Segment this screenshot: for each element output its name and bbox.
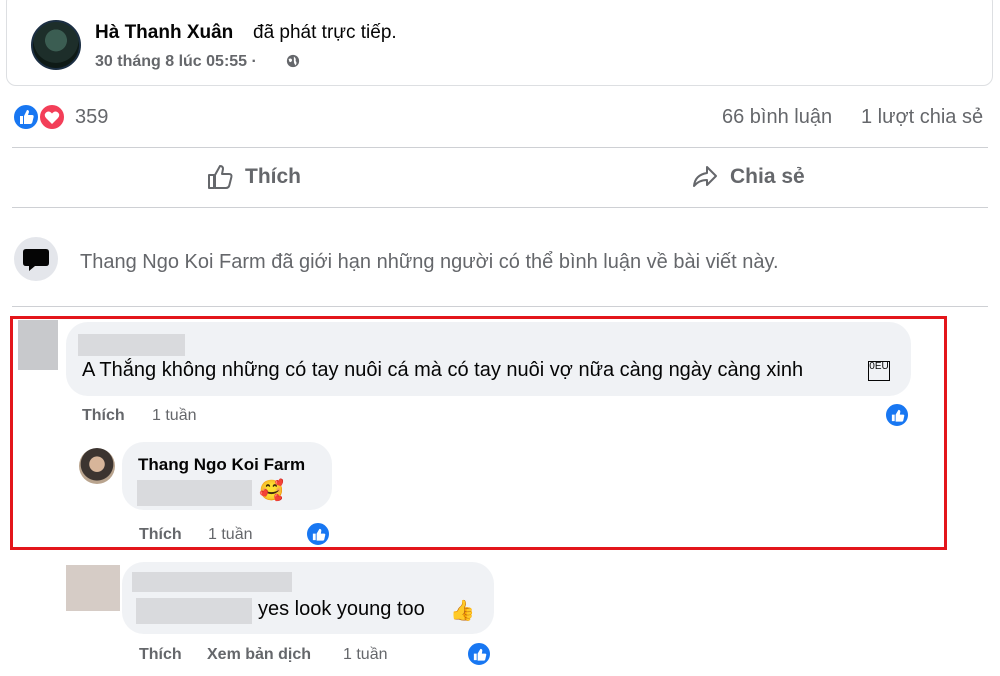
reply2-text: yes look young too — [258, 598, 425, 620]
reply-time[interactable]: 1 tuần — [208, 526, 252, 544]
share-button-label: Chia sẻ — [730, 165, 805, 188]
reply2-text-blurred — [136, 598, 252, 624]
comment-text: A Thắng không những có tay nuôi cá mà có… — [82, 359, 804, 381]
globe-icon — [286, 54, 300, 68]
divider — [12, 207, 988, 208]
love-icon — [38, 103, 66, 131]
like-icon — [12, 103, 40, 131]
reply-like-badge[interactable] — [305, 521, 331, 547]
like-icon — [473, 648, 486, 661]
like-button-label: Thích — [245, 165, 301, 188]
comment-like-badge[interactable] — [884, 402, 910, 428]
comment-time[interactable]: 1 tuần — [152, 407, 196, 425]
reply2-like-link[interactable]: Thích — [139, 646, 182, 664]
thumbs-up-emoji: 👍 — [450, 600, 475, 622]
commenter-avatar-blurred[interactable] — [18, 320, 58, 370]
share-button[interactable]: Chia sẻ — [690, 162, 805, 192]
divider — [12, 306, 988, 307]
comment-bubble-icon — [23, 249, 49, 271]
share-arrow-icon — [693, 166, 717, 187]
shares-count[interactable]: 1 lượt chia sẻ — [861, 106, 983, 129]
reply-like-link[interactable]: Thích — [139, 526, 182, 544]
reactions-count[interactable]: 359 — [75, 106, 108, 129]
divider — [12, 147, 988, 148]
page-avatar[interactable] — [79, 448, 115, 484]
smiling-hearts-emoji: 🥰 — [259, 480, 284, 502]
commenter-name-blurred[interactable] — [78, 334, 185, 356]
reply2-avatar-blurred[interactable] — [66, 565, 120, 611]
reply2-time[interactable]: 1 tuần — [343, 646, 387, 664]
like-button[interactable]: Thích — [205, 162, 301, 192]
reply-author-name[interactable]: Thang Ngo Koi Farm — [138, 455, 305, 475]
reply-text-blurred — [137, 480, 252, 506]
reply2-like-badge[interactable] — [466, 641, 492, 667]
poster-avatar[interactable] — [31, 20, 81, 70]
poster-action: đã phát trực tiếp. — [253, 22, 397, 43]
reply2-name-blurred[interactable] — [132, 572, 292, 592]
notice-icon-bg — [14, 237, 58, 281]
comments-count[interactable]: 66 bình luận — [722, 106, 832, 129]
comment-like-link[interactable]: Thích — [82, 407, 125, 425]
thumbs-up-icon — [208, 165, 233, 189]
like-icon — [312, 528, 325, 541]
comment-restriction-notice: Thang Ngo Koi Farm đã giới hạn những ngư… — [80, 251, 779, 273]
unsupported-emoji-box: 0EU — [868, 361, 890, 381]
post-timestamp[interactable]: 30 tháng 8 lúc 05:55 · — [95, 53, 257, 71]
see-translation-link[interactable]: Xem bản dịch — [207, 646, 311, 664]
like-icon — [891, 409, 904, 422]
poster-name[interactable]: Hà Thanh Xuân — [95, 22, 233, 44]
reaction-icons[interactable] — [12, 103, 72, 131]
